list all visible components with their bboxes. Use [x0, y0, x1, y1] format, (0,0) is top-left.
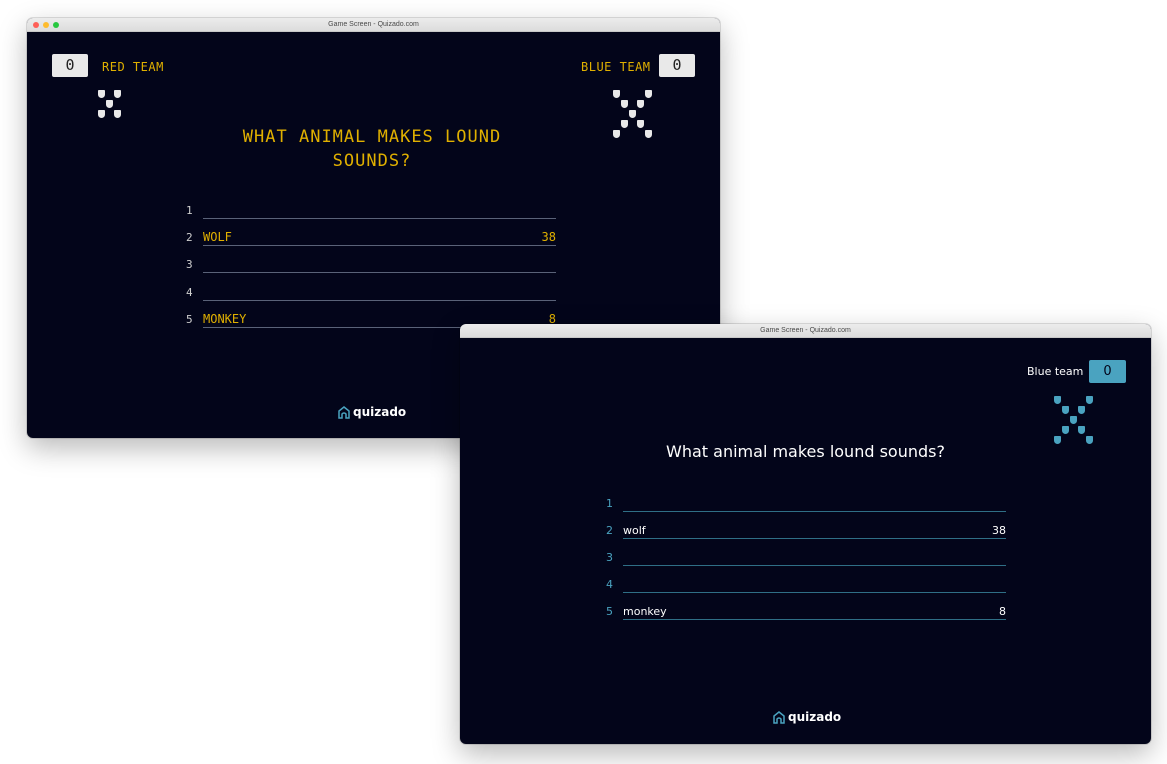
answer-number: 5 [606, 605, 613, 618]
answer-row: 2 wolf 38 [606, 519, 1006, 539]
answer-text: wolf [623, 524, 646, 537]
answer-points: 8 [999, 605, 1006, 618]
window-controls [33, 22, 59, 28]
strike-icon [1078, 426, 1085, 434]
answer-text: WOLF [203, 230, 232, 244]
strike-icon [621, 120, 628, 128]
answer-number: 5 [186, 313, 193, 326]
red-team-strikes [98, 90, 128, 122]
blue-team-score: 0 [659, 54, 695, 77]
blue-team-label: BLUE TEAM [581, 60, 651, 74]
minimize-window-button[interactable] [43, 22, 49, 28]
answer-row: 3 [186, 253, 556, 273]
strike-icon [1062, 406, 1069, 414]
quizado-logo-icon [773, 710, 785, 724]
strike-icon [1062, 426, 1069, 434]
blue-team-strikes [613, 90, 655, 142]
answer-row: 4 [606, 573, 1006, 593]
red-team-label: RED TEAM [102, 60, 164, 74]
answer-underline [623, 619, 1006, 620]
answer-underline [203, 245, 556, 246]
strike-icon [114, 110, 121, 118]
answer-points: 38 [541, 230, 556, 244]
quizado-logo: quizado [338, 405, 406, 419]
strike-icon [613, 130, 620, 138]
strike-icon [1078, 406, 1085, 414]
window-title: Game Screen - Quizado.com [760, 327, 851, 334]
strike-icon [1086, 396, 1093, 404]
question-text: What animal makes lound sounds? [666, 442, 945, 461]
window-title: Game Screen - Quizado.com [328, 21, 419, 28]
answer-number: 1 [186, 204, 193, 217]
answer-points: 38 [992, 524, 1006, 537]
blue-team-label: Blue team [1027, 365, 1084, 378]
strike-icon [114, 90, 121, 98]
strike-icon [621, 100, 628, 108]
answer-row: 2 WOLF 38 [186, 226, 556, 246]
answer-number: 2 [186, 231, 193, 244]
answer-underline [203, 272, 556, 273]
quizado-logo-icon [338, 405, 350, 419]
answer-underline [623, 592, 1006, 593]
answer-number: 2 [606, 524, 613, 537]
window-titlebar: Game Screen - Quizado.com [27, 18, 720, 32]
brand-name: quizado [788, 710, 842, 724]
close-window-button[interactable] [33, 22, 39, 28]
answer-underline [203, 218, 556, 219]
answer-underline [623, 565, 1006, 566]
answer-number: 1 [606, 497, 613, 510]
answer-underline [623, 538, 1006, 539]
strike-icon [98, 110, 105, 118]
strike-icon [1054, 396, 1061, 404]
maximize-window-button[interactable] [53, 22, 59, 28]
answer-number: 4 [606, 578, 613, 591]
strike-icon [645, 90, 652, 98]
window-titlebar: Game Screen - Quizado.com [460, 324, 1151, 338]
answer-number: 3 [186, 258, 193, 271]
game-board: Blue team 0 What animal makes lound soun… [460, 338, 1151, 744]
game-screen-window-modern: Game Screen - Quizado.com Blue team 0 Wh… [460, 324, 1151, 744]
answer-row: 5 monkey 8 [606, 600, 1006, 620]
answer-row: 1 [186, 199, 556, 219]
answer-number: 3 [606, 551, 613, 564]
answer-underline [623, 511, 1006, 512]
answer-underline [203, 300, 556, 301]
answer-row: 1 [606, 492, 1006, 512]
strike-icon [629, 110, 636, 118]
brand-name: quizado [353, 405, 407, 419]
blue-team-strikes [1054, 396, 1094, 448]
strike-icon [637, 120, 644, 128]
quizado-logo: quizado [773, 710, 841, 724]
blue-team-score: 0 [1089, 360, 1126, 383]
answer-row: 3 [606, 546, 1006, 566]
answer-text: monkey [623, 605, 667, 618]
red-team-score: 0 [52, 54, 88, 77]
strike-icon [613, 90, 620, 98]
strike-icon [645, 130, 652, 138]
question-text: WHAT ANIMAL MAKES LOUND SOUNDS? [242, 127, 502, 171]
strike-icon [637, 100, 644, 108]
answer-row: 4 [186, 281, 556, 301]
strike-icon [106, 100, 113, 108]
strike-icon [1070, 416, 1077, 424]
strike-icon [98, 90, 105, 98]
answer-text: MONKEY [203, 312, 247, 326]
answer-number: 4 [186, 286, 193, 299]
